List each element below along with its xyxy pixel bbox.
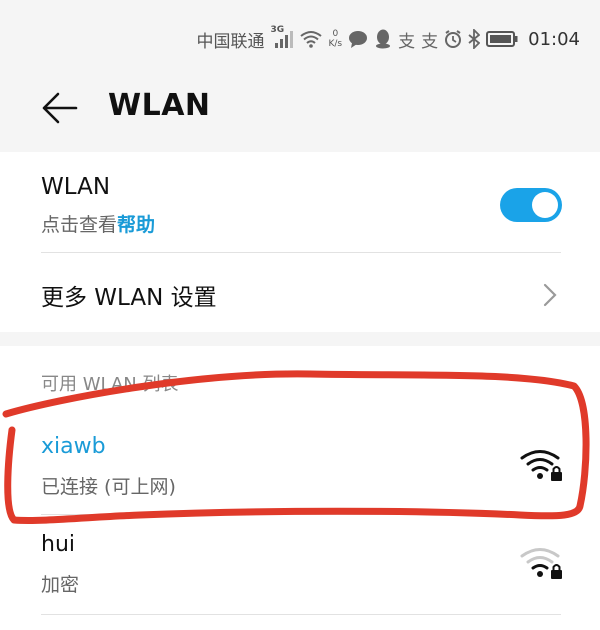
wlan-toggle-switch[interactable] bbox=[500, 188, 562, 222]
chevron-right-icon bbox=[543, 283, 557, 307]
arrow-left-icon bbox=[42, 92, 78, 124]
network-speed: 0 K/s bbox=[329, 29, 343, 49]
signal-icon: 3G bbox=[271, 25, 293, 49]
wlan-toggle-row: WLAN 点击查看帮助 bbox=[0, 152, 600, 252]
qq-icon bbox=[374, 29, 392, 49]
wifi-lock-icon bbox=[520, 548, 562, 579]
alarm-icon bbox=[444, 30, 462, 48]
wlan-toggle-subtitle: 点击查看帮助 bbox=[41, 210, 155, 237]
more-wlan-settings-label: 更多 WLAN 设置 bbox=[41, 285, 217, 311]
chat-icon bbox=[348, 30, 368, 48]
help-link[interactable]: 帮助 bbox=[117, 214, 155, 236]
page-title: WLAN bbox=[108, 88, 211, 123]
divider bbox=[41, 614, 561, 615]
status-time: 01:04 bbox=[528, 28, 580, 50]
wifi-status-icon bbox=[299, 30, 323, 48]
status-bar: 中国联通 3G 0 K/s 支 支 01:04 bbox=[0, 0, 600, 76]
alipay-icon: 支 bbox=[421, 31, 439, 52]
speed-value: 0 bbox=[332, 29, 339, 39]
wlan-toggle-title: WLAN bbox=[41, 174, 111, 200]
speed-unit: K/s bbox=[328, 39, 343, 49]
network-row-hui[interactable]: hui 加密 bbox=[0, 514, 600, 614]
bluetooth-icon bbox=[468, 29, 481, 49]
network-status: 已连接 (可上网) bbox=[41, 476, 176, 498]
status-icons: 中国联通 3G 0 K/s 支 支 01:04 bbox=[197, 24, 581, 54]
page-header: WLAN bbox=[0, 76, 600, 140]
battery-icon bbox=[486, 31, 518, 47]
available-networks-card: 可用 WLAN 列表 xiawb 已连接 (可上网) hui 加密 bbox=[0, 346, 600, 630]
alipay-icon: 支 bbox=[398, 31, 416, 52]
toggle-knob bbox=[532, 192, 558, 218]
network-name: xiawb bbox=[41, 434, 106, 459]
network-status: 加密 bbox=[41, 574, 80, 596]
carrier-label: 中国联通 bbox=[196, 31, 265, 52]
back-button[interactable] bbox=[38, 90, 82, 126]
network-row-xiawb[interactable]: xiawb 已连接 (可上网) bbox=[0, 418, 600, 514]
network-name: hui bbox=[41, 532, 75, 557]
wifi-lock-icon bbox=[520, 450, 562, 481]
network-type-label: 3G bbox=[270, 25, 285, 35]
available-list-label: 可用 WLAN 列表 bbox=[41, 374, 179, 395]
wlan-settings-card: WLAN 点击查看帮助 更多 WLAN 设置 bbox=[0, 152, 600, 332]
subtitle-prefix: 点击查看 bbox=[41, 214, 118, 236]
